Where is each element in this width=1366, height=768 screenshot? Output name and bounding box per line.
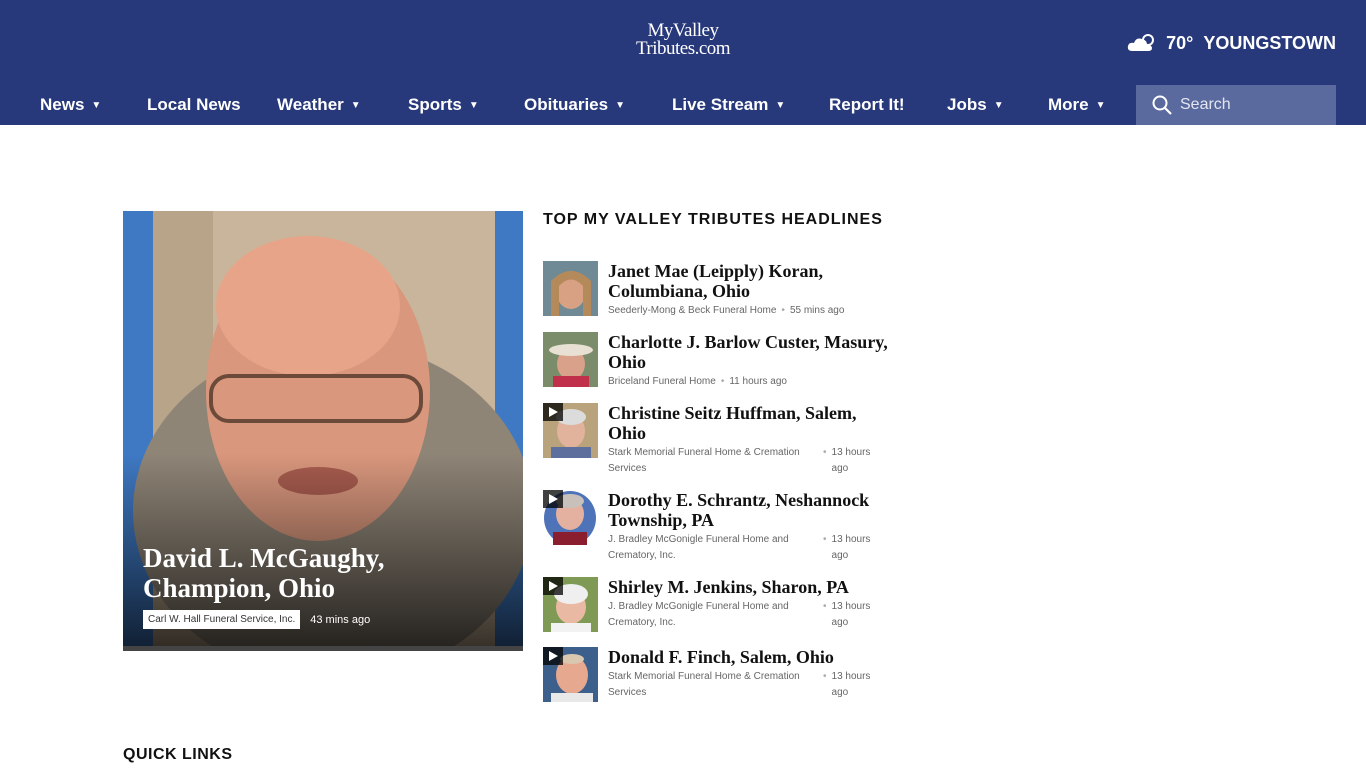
feature-meta: Carl W. Hall Funeral Service, Inc. 43 mi…: [143, 610, 370, 629]
cloud-sun-icon: [1127, 34, 1155, 51]
nav-label: Report It!: [829, 95, 905, 114]
weather-temperature: 70°: [1166, 32, 1194, 53]
nav-label: News: [40, 95, 85, 114]
feature-bottom-bar: [123, 646, 523, 651]
caret-down-icon: ▼: [468, 99, 479, 111]
headlines-title: TOP MY VALLEY TRIBUTES HEADLINES: [543, 211, 883, 228]
video-play-icon: [543, 647, 563, 665]
headline-thumbnail[interactable]: [543, 403, 598, 458]
caret-down-icon: ▼: [1095, 99, 1106, 111]
feature-timestamp: 43 mins ago: [310, 613, 371, 626]
logo-line2: Tributes.com: [635, 38, 731, 59]
search-placeholder: Search: [1180, 96, 1231, 113]
headline-time: 13 hours ago: [831, 601, 871, 628]
feature-title[interactable]: David L. McGaughy, Champion, Ohio: [143, 543, 503, 603]
headline-title[interactable]: Christine Seitz Huffman, Salem, Ohio: [608, 403, 888, 443]
nav-item-more[interactable]: More ▼: [1048, 85, 1106, 125]
headline-title[interactable]: Shirley M. Jenkins, Sharon, PA: [608, 577, 888, 597]
search-icon: [1152, 95, 1172, 115]
video-play-icon: [543, 577, 563, 595]
nav-label: Jobs: [947, 95, 987, 114]
nav-item-live-stream[interactable]: Live Stream ▼: [672, 85, 785, 125]
weather-widget[interactable]: 70° YOUNGSTOWN: [1126, 31, 1336, 55]
caret-down-icon: ▼: [91, 99, 102, 111]
nav-item-sports[interactable]: Sports ▼: [408, 85, 479, 125]
nav-label: Sports: [408, 95, 462, 114]
headline-title[interactable]: Charlotte J. Barlow Custer, Masury, Ohio: [608, 332, 888, 372]
headline-source: Seederly-Mong & Beck Funeral Home: [608, 305, 777, 316]
weather-city: YOUNGSTOWN: [1203, 32, 1336, 53]
separator-dot: •: [823, 601, 827, 612]
caret-down-icon: ▼: [615, 99, 625, 111]
nav-label: Local News: [147, 95, 241, 114]
headline-source: Stark Memorial Funeral Home & Cremation …: [608, 447, 800, 474]
headline-source: Stark Memorial Funeral Home & Cremation …: [608, 671, 800, 698]
caret-down-icon: ▼: [775, 99, 786, 111]
headline-source: Briceland Funeral Home: [608, 376, 716, 387]
nav-label: More: [1048, 95, 1089, 114]
nav-item-local-news[interactable]: Local News: [147, 85, 241, 125]
headline-thumbnail[interactable]: [543, 261, 598, 316]
site-logo[interactable]: MyValley Tributes.com: [622, 21, 744, 62]
nav-label: Live Stream: [672, 95, 769, 114]
nav-label: Obituaries: [524, 95, 609, 114]
quick-links-title: QUICK LINKS: [123, 746, 233, 763]
caret-down-icon: ▼: [350, 99, 361, 111]
separator-dot: •: [823, 671, 827, 682]
nav-item-obituaries[interactable]: Obituaries ▼: [524, 85, 625, 125]
video-play-icon: [543, 403, 563, 421]
nav-item-jobs[interactable]: Jobs ▼: [947, 85, 1004, 125]
headline-time: 11 hours ago: [729, 376, 787, 387]
separator-dot: •: [720, 376, 725, 387]
nav-item-weather[interactable]: Weather ▼: [277, 85, 361, 125]
separator-dot: •: [823, 447, 827, 458]
feature-story[interactable]: David L. McGaughy, Champion, Ohio Carl W…: [123, 211, 523, 651]
headline-source: J. Bradley McGonigle Funeral Home and Cr…: [608, 534, 789, 561]
headline-title[interactable]: Donald F. Finch, Salem, Ohio: [608, 647, 888, 667]
headline-title[interactable]: Dorothy E. Schrantz, Neshannock Township…: [608, 490, 888, 530]
nav-label: Weather: [277, 95, 344, 114]
caret-down-icon: ▼: [993, 99, 1004, 111]
headline-thumbnail[interactable]: [543, 490, 598, 545]
headline-time: 55 mins ago: [789, 305, 845, 316]
headline-time: 13 hours ago: [831, 534, 871, 561]
headline-thumbnail[interactable]: [543, 647, 598, 702]
nav-item-news[interactable]: News ▼: [40, 85, 101, 125]
headline-thumbnail[interactable]: [543, 577, 598, 632]
separator-dot: •: [823, 534, 827, 545]
video-play-icon: [543, 490, 563, 508]
headline-time: 13 hours ago: [831, 671, 871, 698]
headline-source: J. Bradley McGonigle Funeral Home and Cr…: [608, 601, 789, 628]
headline-title[interactable]: Janet Mae (Leipply) Koran, Columbiana, O…: [608, 261, 888, 301]
nav-item-report-it[interactable]: Report It!: [829, 85, 905, 125]
headline-time: 13 hours ago: [831, 447, 871, 474]
search-box[interactable]: Search: [1136, 85, 1336, 125]
feature-source-badge[interactable]: Carl W. Hall Funeral Service, Inc.: [143, 610, 301, 629]
separator-dot: •: [781, 305, 785, 316]
headline-thumbnail[interactable]: [543, 332, 598, 387]
